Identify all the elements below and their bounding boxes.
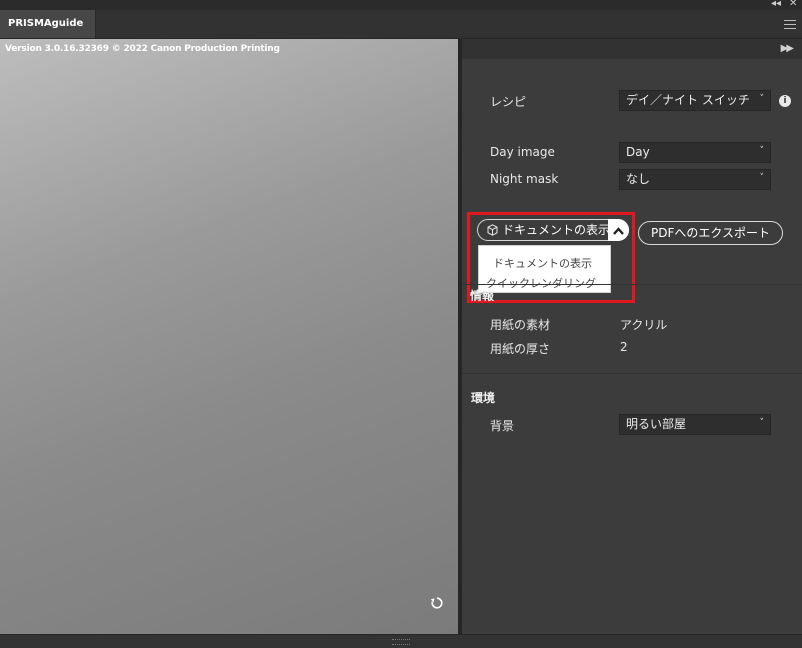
night-mask-select[interactable]: なし ˅	[619, 169, 771, 190]
background-value: 明るい部屋	[626, 417, 687, 431]
media-material-label: 用紙の素材	[490, 318, 551, 332]
settings-panel	[462, 39, 802, 634]
day-image-label: Day image	[490, 145, 555, 159]
chevron-down-icon: ˅	[759, 146, 765, 156]
background-select[interactable]: 明るい部屋 ˅	[619, 414, 771, 435]
recipe-select[interactable]: デイ／ナイト スイッチ ˅	[619, 90, 771, 111]
version-label: Version 3.0.16.32369 © 2022 Canon Produc…	[5, 44, 280, 54]
environment-section-title: 環境	[471, 391, 496, 405]
recipe-value: デイ／ナイト スイッチ	[626, 93, 750, 107]
background-label: 背景	[490, 419, 515, 433]
section-divider	[462, 373, 802, 374]
tab-bar: PRISMAguide XL	[0, 10, 802, 57]
panel-header: ▶▶	[462, 39, 802, 59]
info-section-title: 情報	[470, 289, 495, 301]
media-material-value: アクリル	[620, 318, 668, 332]
chevron-down-icon: ˅	[759, 94, 765, 104]
tab-prismaguide[interactable]: PRISMAguide XL	[0, 10, 96, 57]
export-pdf-button[interactable]: PDFへのエクスポート	[638, 221, 783, 245]
info-icon[interactable]: i	[779, 95, 791, 107]
status-bar	[0, 634, 802, 648]
preview-canvas[interactable]	[0, 39, 458, 634]
day-image-value: Day	[626, 145, 650, 159]
night-mask-value: なし	[626, 172, 651, 186]
chevron-down-icon: ˅	[759, 173, 765, 183]
media-thickness-label: 用紙の厚さ	[490, 342, 551, 356]
menu-icon[interactable]	[784, 20, 796, 29]
window-titlebar: ◂◂ ✕	[0, 0, 802, 10]
chevron-down-icon: ˅	[759, 418, 765, 428]
expand-icon[interactable]: ▶▶	[781, 43, 794, 54]
day-image-select[interactable]: Day ˅	[619, 142, 771, 163]
media-thickness-value: 2	[620, 340, 628, 354]
refresh-icon[interactable]	[430, 596, 444, 610]
recipe-label: レシピ	[490, 95, 527, 109]
night-mask-label: Night mask	[490, 172, 559, 186]
section-divider	[462, 284, 802, 285]
resize-grip[interactable]	[392, 639, 410, 645]
